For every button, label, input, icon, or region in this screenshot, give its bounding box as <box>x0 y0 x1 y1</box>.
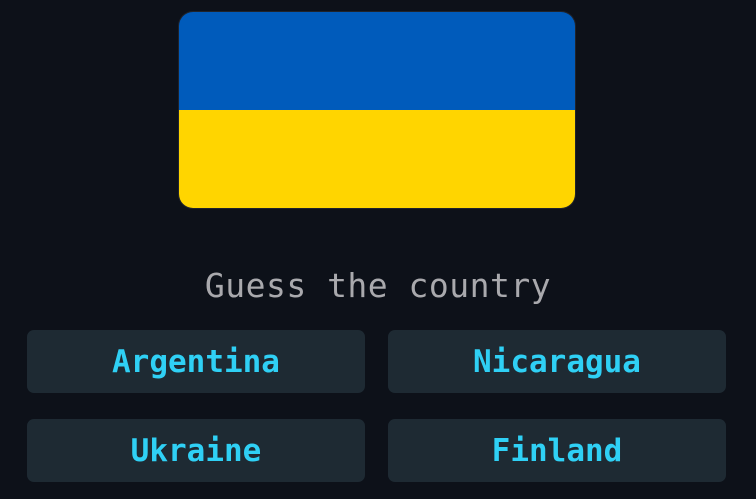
flag-stripe-top <box>179 12 575 110</box>
answer-button-finland[interactable]: Finland <box>388 419 726 482</box>
question-prompt: Guess the country <box>204 266 552 305</box>
flag-stripe-bottom <box>179 110 575 208</box>
answer-button-argentina[interactable]: Argentina <box>27 330 365 393</box>
answer-button-nicaragua[interactable]: Nicaragua <box>388 330 726 393</box>
answer-button-ukraine[interactable]: Ukraine <box>27 419 365 482</box>
flag-image <box>179 12 575 208</box>
